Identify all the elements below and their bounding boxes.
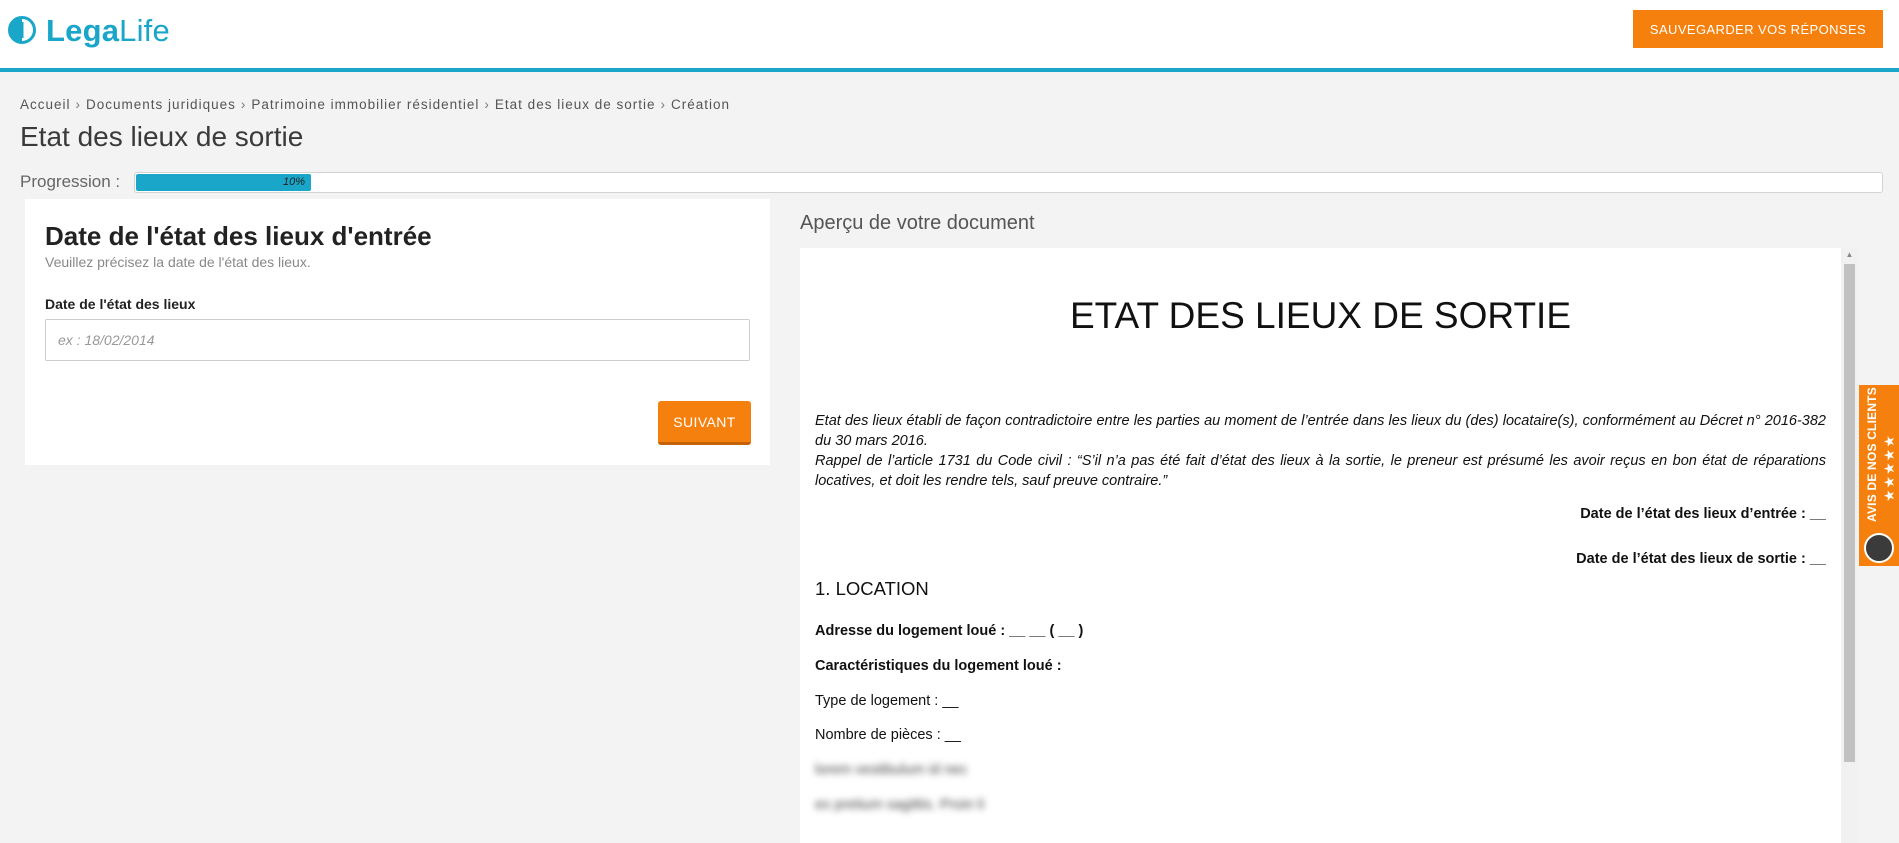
progress-percent: 10%: [282, 176, 305, 188]
document-date-entree: Date de l’état des lieux d’entrée : __: [1580, 506, 1826, 522]
logo-text-lega: Lega: [46, 12, 120, 48]
document-intro-paragraph-1: Etat des lieux établi de façon contradic…: [815, 413, 1826, 449]
breadcrumb: Accueil › Documents juridiques › Patrimoine …: [20, 97, 730, 112]
verified-reviews-badge-icon: [1864, 533, 1894, 563]
document-type-logement: Type de logement : __: [815, 693, 959, 709]
progress-bar: 10%: [134, 172, 1883, 193]
document-intro-paragraph-2: Rappel de l’article 1731 du Code civil :…: [815, 453, 1826, 489]
logo-text: LegaLife: [46, 15, 170, 46]
star-rating-icon: ★★★★★: [1881, 434, 1897, 502]
question-subtitle: Veuillez précisez la date de l'état des …: [45, 254, 311, 270]
document-title: ETAT DES LIEUX DE SORTIE: [1070, 295, 1571, 336]
document-blurred-line: lorem vestibulum id nec: [815, 762, 968, 778]
page-title: Etat des lieux de sortie: [20, 121, 304, 152]
progress-label: Progression :: [20, 172, 121, 191]
breadcrumb-item-documents-juridiques[interactable]: Documents juridiques: [86, 97, 236, 112]
document-intro: Etat des lieux établi de façon contradic…: [815, 411, 1826, 491]
preview-scrollbar[interactable]: ▲: [1841, 248, 1858, 843]
document-date-sortie: Date de l’état des lieux de sortie : __: [1576, 551, 1826, 567]
customer-reviews-tab[interactable]: AVIS DE NOS CLIENTS ★★★★★: [1859, 385, 1899, 566]
document-section-location: 1. LOCATION: [815, 578, 929, 599]
legalife-logo[interactable]: LegaLife: [8, 12, 170, 48]
question-card: Date de l'état des lieux d'entrée Veuill…: [25, 199, 770, 465]
breadcrumb-item-accueil[interactable]: Accueil: [20, 97, 71, 112]
document-nombre-pieces: Nombre de pièces : __: [815, 727, 961, 743]
save-answers-button[interactable]: SAUVEGARDER VOS RÉPONSES: [1633, 10, 1883, 48]
scroll-up-arrow-icon[interactable]: ▲: [1841, 248, 1858, 262]
scroll-thumb[interactable]: [1844, 264, 1855, 762]
logo-mark-icon: [8, 16, 36, 44]
breadcrumb-separator: ›: [484, 97, 490, 112]
date-input[interactable]: [45, 319, 750, 361]
document-caracteristiques: Caractéristiques du logement loué :: [815, 658, 1062, 674]
logo-text-life: Life: [119, 12, 170, 48]
breadcrumb-item-etat-des-lieux[interactable]: Etat des lieux de sortie: [495, 97, 656, 112]
progress-fill: 10%: [136, 174, 311, 191]
breadcrumb-separator: ›: [75, 97, 82, 112]
document-blurred-line: ex pretium sagittis. Proin li: [815, 797, 985, 813]
breadcrumb-item-creation: Création: [671, 97, 731, 112]
top-bar: LegaLife SAUVEGARDER VOS RÉPONSES: [0, 0, 1899, 72]
preview-heading: Aperçu de votre document: [800, 212, 1035, 234]
reviews-tab-label: AVIS DE NOS CLIENTS: [1865, 387, 1879, 522]
breadcrumb-separator: ›: [240, 97, 247, 112]
question-title: Date de l'état des lieux d'entrée: [45, 221, 432, 251]
date-field-label: Date de l'état des lieux: [45, 296, 196, 312]
document-adresse: Adresse du logement loué : __ __ ( __ ): [815, 623, 1084, 639]
breadcrumb-separator: ›: [660, 97, 666, 112]
breadcrumb-item-patrimoine[interactable]: Patrimoine immobilier résidentiel: [251, 97, 479, 112]
next-button[interactable]: SUIVANT: [658, 401, 751, 445]
document-preview[interactable]: ETAT DES LIEUX DE SORTIE Etat des lieux …: [800, 248, 1858, 843]
